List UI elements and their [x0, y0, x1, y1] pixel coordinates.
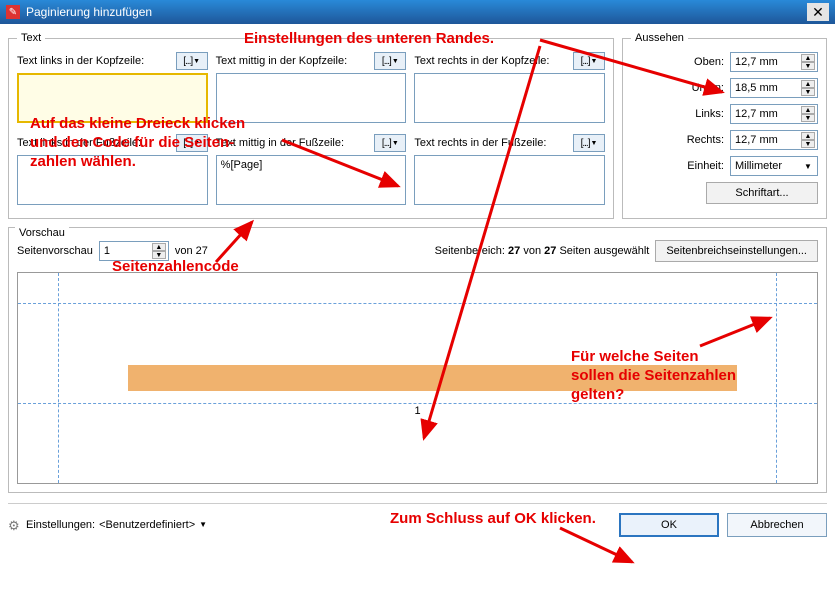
bottom-margin-input[interactable]: 18,5 mm▲▼	[730, 78, 818, 98]
page-of-label: von 27	[175, 245, 208, 257]
preview-legend: Vorschau	[15, 227, 69, 239]
chevron-down-icon: ▼	[199, 520, 207, 529]
right-margin-label: Rechts:	[676, 134, 724, 146]
page-range-text: Seitenbereich: 27 von 27 Seiten ausgewäh…	[435, 245, 650, 257]
close-button[interactable]: ✕	[807, 3, 829, 21]
macro-button-header-right[interactable]: [...]▼	[573, 52, 605, 70]
window-title: Paginierung hinzufügen	[26, 5, 807, 19]
header-center-label: Text mittig in der Kopfzeile:	[216, 55, 347, 67]
macro-button-header-center[interactable]: [...]▼	[374, 52, 406, 70]
top-margin-input[interactable]: 12,7 mm▲▼	[730, 52, 818, 72]
footer-left-label: Text links in der Fußzeile:	[17, 137, 141, 149]
spin-up-icon: ▲	[801, 106, 815, 114]
title-bar: ✎ Paginierung hinzufügen ✕	[0, 0, 835, 24]
spin-down-icon: ▼	[801, 114, 815, 122]
footer-center-input[interactable]: %[Page]	[216, 155, 407, 205]
chevron-down-icon: ▼	[193, 140, 200, 147]
preview-canvas: 1	[17, 272, 818, 484]
header-right-label: Text rechts in der Kopfzeile:	[414, 55, 549, 67]
chevron-down-icon: ▼	[591, 58, 598, 65]
bottom-margin-label: Unten:	[676, 82, 724, 94]
spin-down-icon: ▼	[801, 88, 815, 96]
left-margin-label: Links:	[676, 108, 724, 120]
right-margin-input[interactable]: 12,7 mm▲▼	[730, 130, 818, 150]
preview-page-number: 1	[414, 405, 420, 417]
spin-down-icon: ▼	[801, 140, 815, 148]
page-preview-input[interactable]: 1▲▼	[99, 241, 169, 261]
footer-center-label: Text mittig in der Fußzeile:	[216, 137, 344, 149]
appearance-legend: Aussehen	[631, 32, 688, 44]
spin-up-icon: ▲	[801, 132, 815, 140]
spin-up-icon: ▲	[801, 54, 815, 62]
header-left-input[interactable]	[17, 73, 208, 123]
footer-right-label: Text rechts in der Fußzeile:	[414, 137, 546, 149]
macro-button-footer-right[interactable]: [...]▼	[573, 134, 605, 152]
chevron-down-icon: ▼	[591, 140, 598, 147]
top-margin-label: Oben:	[676, 56, 724, 68]
gear-icon: ⚙	[8, 518, 22, 532]
chevron-down-icon: ▼	[193, 58, 200, 65]
page-preview-label: Seitenvorschau	[17, 245, 93, 257]
macro-button-header-left[interactable]: [...]▼	[176, 52, 208, 70]
text-legend: Text	[17, 32, 45, 44]
unit-select[interactable]: Millimeter▼	[730, 156, 818, 176]
spin-down-icon: ▼	[152, 251, 166, 259]
spin-down-icon: ▼	[801, 62, 815, 70]
header-right-input[interactable]	[414, 73, 605, 123]
footer-left-input[interactable]	[17, 155, 208, 205]
chevron-down-icon: ▼	[392, 140, 399, 147]
cancel-button[interactable]: Abbrechen	[727, 513, 827, 537]
page-range-settings-button[interactable]: Seitenbreichseinstellungen...	[655, 240, 818, 262]
unit-label: Einheit:	[676, 160, 724, 172]
footer-right-input[interactable]	[414, 155, 605, 205]
chevron-down-icon: ▼	[801, 162, 815, 171]
appearance-fieldset: Aussehen Oben: 12,7 mm▲▼ Unten: 18,5 mm▲…	[622, 32, 827, 219]
chevron-down-icon: ▼	[392, 58, 399, 65]
font-button[interactable]: Schriftart...	[706, 182, 818, 204]
header-left-label: Text links in der Kopfzeile:	[17, 55, 144, 67]
settings-dropdown[interactable]: Einstellungen: <Benutzerdefiniert> ▼	[26, 519, 207, 531]
app-icon: ✎	[6, 5, 20, 19]
macro-button-footer-center[interactable]: [...]▼	[374, 134, 406, 152]
macro-button-footer-left[interactable]: [...]▼	[176, 134, 208, 152]
spin-up-icon: ▲	[801, 80, 815, 88]
ok-button[interactable]: OK	[619, 513, 719, 537]
left-margin-input[interactable]: 12,7 mm▲▼	[730, 104, 818, 124]
preview-fieldset: Vorschau Seitenvorschau 1▲▼ von 27 Seite…	[8, 227, 827, 493]
header-center-input[interactable]	[216, 73, 407, 123]
text-fieldset: Text Text links in der Kopfzeile: [...]▼…	[8, 32, 614, 219]
spin-up-icon: ▲	[152, 243, 166, 251]
